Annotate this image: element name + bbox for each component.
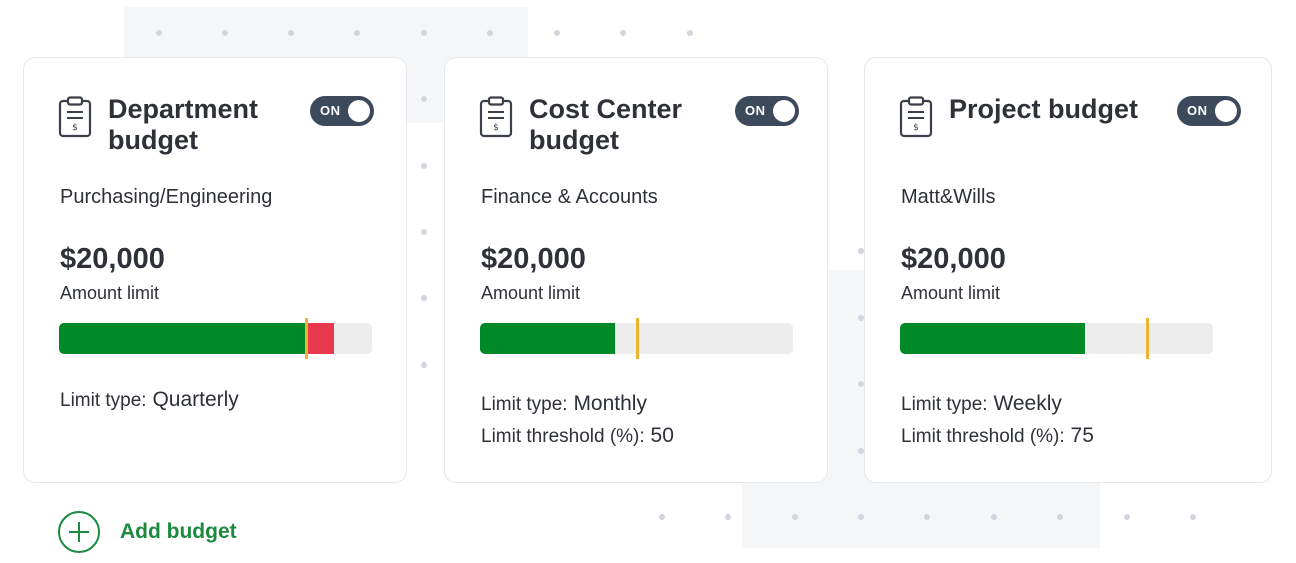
- background-dot: [687, 30, 693, 36]
- card-subtitle: Matt&Wills: [901, 186, 996, 208]
- amount-label: Amount limit: [481, 283, 581, 303]
- amount-label: Amount limit: [60, 283, 160, 303]
- toggle-label: ON: [745, 103, 766, 118]
- toggle-knob: [773, 100, 795, 122]
- card-subtitle: Purchasing/Engineering: [60, 186, 273, 208]
- toggle-knob: [1215, 100, 1237, 122]
- background-dot: [421, 163, 427, 169]
- background-dot: [421, 96, 427, 102]
- budget-progress-bar: [900, 323, 1213, 354]
- background-dot: [659, 514, 665, 520]
- background-dot: [421, 295, 427, 301]
- enable-toggle[interactable]: ON: [310, 96, 374, 126]
- plus-circle-icon: [58, 511, 100, 553]
- background-dot: [991, 514, 997, 520]
- budget-progress-bar: [59, 323, 372, 354]
- limit-threshold-value: 50: [650, 424, 674, 447]
- svg-text:$: $: [913, 123, 919, 133]
- enable-toggle[interactable]: ON: [735, 96, 799, 126]
- limit-threshold-value: 75: [1070, 424, 1094, 447]
- card-title: Cost Center budget: [529, 94, 683, 155]
- background-dot: [354, 30, 360, 36]
- background-dot: [725, 514, 731, 520]
- threshold-marker: [636, 318, 639, 359]
- background-dot: [924, 514, 930, 520]
- limit-type-value: Quarterly: [152, 388, 239, 411]
- background-dot: [487, 30, 493, 36]
- limit-type-label: Limit type:: [901, 394, 988, 415]
- background-dot: [421, 30, 427, 36]
- threshold-marker: [305, 318, 308, 359]
- background-dot: [421, 229, 427, 235]
- background-dot: [421, 362, 427, 368]
- svg-text:$: $: [493, 123, 499, 133]
- clipboard-dollar-icon: $: [58, 96, 92, 138]
- budget-card-cost-center: $ Cost Center budget ON Finance & Accoun…: [444, 57, 828, 483]
- limit-type-value: Weekly: [993, 392, 1062, 415]
- background-dot: [554, 30, 560, 36]
- add-budget-label: Add budget: [120, 520, 237, 543]
- add-budget-button[interactable]: Add budget: [58, 510, 237, 554]
- limit-threshold-label: Limit threshold (%):: [901, 426, 1065, 447]
- background-dot: [792, 514, 798, 520]
- background-dot: [288, 30, 294, 36]
- toggle-label: ON: [320, 103, 341, 118]
- toggle-label: ON: [1187, 103, 1208, 118]
- limit-type-line: Limit type: Quarterly: [60, 388, 239, 412]
- card-title: Project budget: [949, 94, 1139, 124]
- amount-value: $20,000: [901, 243, 1006, 275]
- background-dot: [620, 30, 626, 36]
- usage-fill: [480, 323, 615, 354]
- background-dot: [1190, 514, 1196, 520]
- enable-toggle[interactable]: ON: [1177, 96, 1241, 126]
- threshold-marker: [1146, 318, 1149, 359]
- limit-type-line: Limit type: Monthly: [481, 392, 647, 416]
- limit-type-line: Limit type: Weekly: [901, 392, 1062, 416]
- background-dot: [156, 30, 162, 36]
- toggle-knob: [348, 100, 370, 122]
- limit-type-value: Monthly: [573, 392, 647, 415]
- amount-value: $20,000: [481, 243, 586, 275]
- background-dot: [1057, 514, 1063, 520]
- budget-card-department: $ Department budget ON Purchasing/Engine…: [23, 57, 407, 483]
- background-dot: [1124, 514, 1130, 520]
- background-dot: [222, 30, 228, 36]
- amount-value: $20,000: [60, 243, 165, 275]
- card-title: Department budget: [108, 94, 259, 155]
- limit-threshold-line: Limit threshold (%): 75: [901, 424, 1094, 448]
- overage-fill: [306, 323, 334, 354]
- limit-threshold-line: Limit threshold (%): 50: [481, 424, 674, 448]
- clipboard-dollar-icon: $: [479, 96, 513, 138]
- card-subtitle: Finance & Accounts: [481, 186, 658, 208]
- limit-threshold-label: Limit threshold (%):: [481, 426, 645, 447]
- limit-type-label: Limit type:: [481, 394, 568, 415]
- usage-fill: [900, 323, 1085, 354]
- limit-type-label: Limit type:: [60, 390, 147, 411]
- budget-card-project: $ Project budget ON Matt&Wills $20,000 A…: [864, 57, 1272, 483]
- amount-label: Amount limit: [901, 283, 1001, 303]
- background-dot: [858, 514, 864, 520]
- clipboard-dollar-icon: $: [899, 96, 933, 138]
- usage-fill: [59, 323, 306, 354]
- svg-text:$: $: [72, 123, 78, 133]
